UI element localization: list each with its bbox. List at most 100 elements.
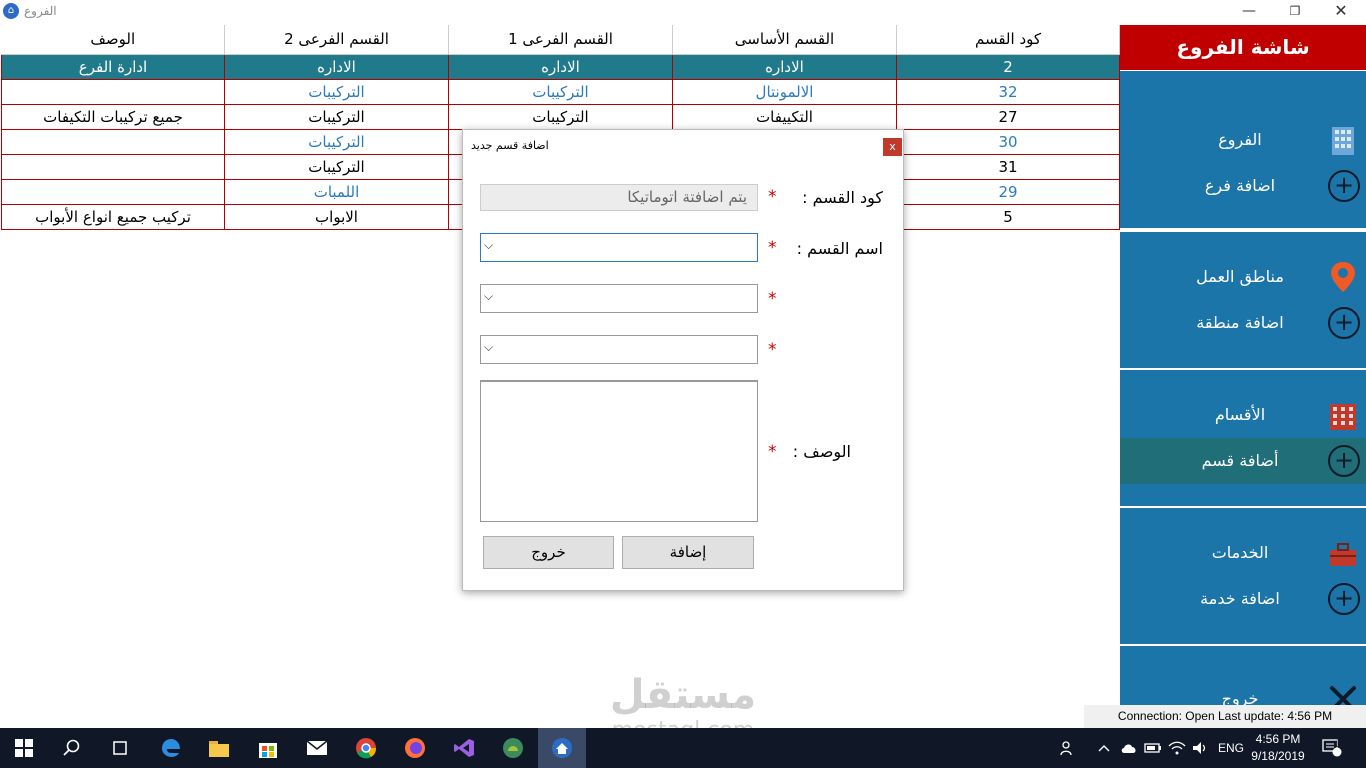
sidebar-item-add-branch[interactable]: اضافة فرع + <box>1120 163 1366 209</box>
table-cell[interactable]: ادارة الفرع <box>1 53 225 80</box>
table-cell[interactable] <box>1 78 225 105</box>
firefox-button[interactable] <box>391 728 439 768</box>
task-view-button[interactable] <box>96 728 144 768</box>
sidebar-item-work-areas[interactable]: مناطق العمل <box>1120 254 1366 300</box>
sub-section-1-combo[interactable]: ⌵ <box>480 284 758 313</box>
table-cell[interactable]: جميع تركيبات التكيفات <box>1 103 225 130</box>
sidebar-item-branches[interactable]: الفروع <box>1120 117 1366 163</box>
table-cell[interactable]: الاداره <box>672 53 897 80</box>
plus-icon: + <box>1328 170 1360 202</box>
folder-icon <box>209 741 229 757</box>
table-cell[interactable]: 32 <box>896 78 1120 105</box>
toolbox-icon <box>1330 543 1356 566</box>
sidebar-item-add-area[interactable]: اضافة منطقة + <box>1120 300 1366 346</box>
table-cell[interactable] <box>1 153 225 180</box>
table-cell[interactable]: التكييفات <box>672 103 897 130</box>
cloud-icon[interactable] <box>1120 728 1138 768</box>
table-cell[interactable]: 27 <box>896 103 1120 130</box>
wifi-icon[interactable] <box>1168 728 1186 768</box>
clock[interactable]: 4:56 PM 9/18/2019 <box>1248 731 1308 765</box>
table-cell[interactable]: اللمبات <box>224 178 449 205</box>
edge-icon <box>162 739 180 757</box>
column-header[interactable]: كود القسم <box>896 25 1120 55</box>
home-icon: ⌂ <box>3 3 19 19</box>
search-button[interactable] <box>48 728 96 768</box>
edge-button[interactable] <box>147 728 195 768</box>
input-language[interactable]: ENG <box>1218 728 1244 768</box>
close-window-button[interactable]: ✕ <box>1318 0 1364 24</box>
table-cell[interactable]: التركيبات <box>224 103 449 130</box>
table-cell[interactable]: التركيبات <box>224 78 449 105</box>
table-cell[interactable]: الاداره <box>448 53 673 80</box>
chevron-up-icon[interactable] <box>1098 728 1110 768</box>
table-cell[interactable]: تركيب جميع انواع الأبواب <box>1 203 225 230</box>
column-header[interactable]: القسم الأساسى <box>672 25 897 55</box>
section-code-field: يتم اضافتة اتوماتيكا <box>480 184 758 211</box>
table-cell[interactable]: 5 <box>896 203 1120 230</box>
section-name-combo[interactable]: ⌵ <box>480 233 758 262</box>
visual-studio-icon <box>454 739 474 757</box>
visual-studio-button[interactable] <box>440 728 488 768</box>
dialog-close-button[interactable]: x <box>883 138 902 156</box>
mail-button[interactable] <box>293 728 341 768</box>
start-button[interactable] <box>0 728 48 768</box>
home-icon <box>552 738 572 758</box>
required-mark: * <box>768 340 777 360</box>
table-cell[interactable]: التركيبات <box>224 153 449 180</box>
branches-app-button[interactable] <box>538 728 586 768</box>
table-cell[interactable]: التركيبات <box>224 128 449 155</box>
exit-button[interactable]: خروج <box>483 536 614 569</box>
mail-icon <box>306 740 328 755</box>
table-row[interactable]: 27 التكييفات التركيبات التركيبات جميع تر… <box>1 103 1120 130</box>
table-cell[interactable] <box>1 178 225 205</box>
chrome-icon <box>356 738 377 759</box>
notifications-button[interactable]: 1 <box>1322 728 1342 768</box>
building-red-icon <box>1330 404 1356 430</box>
table-cell[interactable]: الاداره <box>224 53 449 80</box>
table-row[interactable]: 32 الالمونتال التركيبات التركيبات <box>1 78 1120 105</box>
table-row[interactable]: 2 الاداره الاداره الاداره ادارة الفرع <box>1 53 1120 80</box>
android-studio-button[interactable] <box>489 728 537 768</box>
window-title: الفروع <box>24 4 57 18</box>
minimize-button[interactable]: — <box>1226 0 1272 24</box>
taskbar: ENG 4:56 PM 9/18/2019 1 <box>0 728 1366 768</box>
file-explorer-button[interactable] <box>195 728 243 768</box>
required-mark: * <box>768 289 777 309</box>
add-button[interactable]: إضافة <box>622 536 754 569</box>
sidebar-item-label: اضافة خدمة <box>1200 589 1280 608</box>
android-icon <box>503 738 523 758</box>
table-cell[interactable]: الابواب <box>224 203 449 230</box>
sidebar-item-label: الخدمات <box>1211 543 1269 562</box>
sub-section-2-combo[interactable]: ⌵ <box>480 335 758 364</box>
volume-icon[interactable] <box>1192 728 1208 768</box>
people-icon[interactable] <box>1060 728 1076 768</box>
clock-time: 4:56 PM <box>1255 732 1301 746</box>
store-button[interactable] <box>244 728 292 768</box>
window-titlebar: ⌂ الفروع — ❐ ✕ <box>0 0 1366 24</box>
chrome-button[interactable] <box>342 728 390 768</box>
notification-count: 1 <box>1334 739 1340 749</box>
sidebar-item-services[interactable]: الخدمات <box>1120 530 1366 576</box>
grid-header-row: كود القسم القسم الأساسى القسم الفرعى 1 ا… <box>1 25 1120 55</box>
table-cell[interactable]: الالمونتال <box>672 78 897 105</box>
table-cell[interactable]: 29 <box>896 178 1120 205</box>
column-header[interactable]: الوصف <box>1 25 225 55</box>
battery-icon[interactable] <box>1144 728 1162 768</box>
sidebar-item-sections[interactable]: الأقسام <box>1120 392 1366 438</box>
dialog-title: اضافة قسم جديد <box>471 139 549 152</box>
task-view-icon <box>113 741 127 755</box>
sidebar-item-add-service[interactable]: اضافة خدمة + <box>1120 576 1366 622</box>
column-header[interactable]: القسم الفرعى 2 <box>224 25 449 55</box>
description-textarea[interactable] <box>480 380 758 522</box>
name-label: اسم القسم : <box>796 239 883 258</box>
table-cell[interactable]: 30 <box>896 128 1120 155</box>
table-cell[interactable] <box>1 128 225 155</box>
maximize-button[interactable]: ❐ <box>1272 0 1318 24</box>
sidebar-item-add-section[interactable]: أضافة قسم + <box>1120 438 1366 484</box>
sidebar: شاشة الفروع الفروع اضافة فرع + مناطق الع… <box>1120 25 1366 728</box>
table-cell[interactable]: 31 <box>896 153 1120 180</box>
table-cell[interactable]: 2 <box>896 53 1120 80</box>
table-cell[interactable]: التركيبات <box>448 103 673 130</box>
column-header[interactable]: القسم الفرعى 1 <box>448 25 673 55</box>
table-cell[interactable]: التركيبات <box>448 78 673 105</box>
